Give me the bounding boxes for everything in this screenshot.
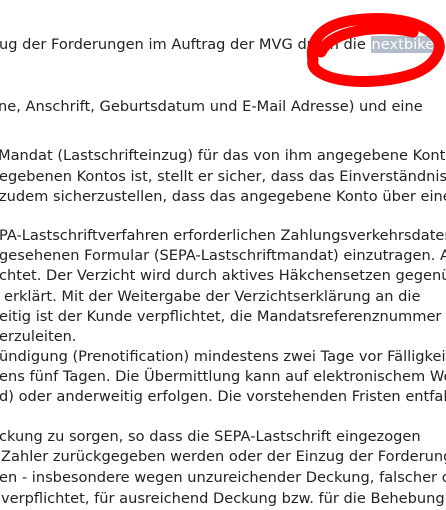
text-line-17: d) oder anderweitig erfolgen. Die vorste… bbox=[0, 388, 446, 405]
text-line-5: Mandat (Lastschrifteinzug) für das von i… bbox=[0, 147, 446, 164]
document-text: ug der Forderungen im Auftrag der MVG du… bbox=[0, 0, 446, 510]
selected-link-nextbike[interactable]: nextbike bbox=[370, 36, 436, 53]
text-line-13: eitig ist der Kunde verpflichtet, die Ma… bbox=[0, 308, 446, 325]
text-line-21: en - insbesondere wegen unzureichender D… bbox=[0, 469, 446, 486]
text-line-9: PA-Lastschriftverfahren erforderlichen Z… bbox=[0, 227, 446, 244]
text-line-10: gesehenen Formular (SEPA-Lastschriftmand… bbox=[0, 247, 446, 264]
text-line-22: verpflichtet, für ausreichend Deckung bz… bbox=[1, 490, 445, 507]
text-line-16: ens fünf Tagen. Die Übermittlung kann au… bbox=[0, 368, 446, 385]
text-line-20: Zahler zurückgegeben werden oder der Ein… bbox=[1, 448, 446, 465]
text-line-3: ne, Anschrift, Geburtsdatum und E-Mail A… bbox=[0, 98, 423, 115]
text-line-7: zudem sicherzustellen, dass das angegebe… bbox=[0, 188, 446, 205]
text-line-1: ug der Forderungen im Auftrag der MVG du… bbox=[0, 36, 436, 53]
text-line-15: ündigung (Prenotification) mindestens zw… bbox=[0, 348, 446, 365]
text-line-14: erzuleiten. bbox=[0, 328, 77, 345]
text-line-11: chtet. Der Verzicht wird durch aktives H… bbox=[0, 267, 446, 284]
text-line-12: erklärt. Mit der Weitergabe der Verzicht… bbox=[4, 288, 421, 305]
text-line-6: egebenen Kontos ist, stellt er sicher, d… bbox=[0, 168, 446, 185]
text-line-19: ckung zu sorgen, so dass die SEPA-Lastsc… bbox=[0, 428, 421, 445]
